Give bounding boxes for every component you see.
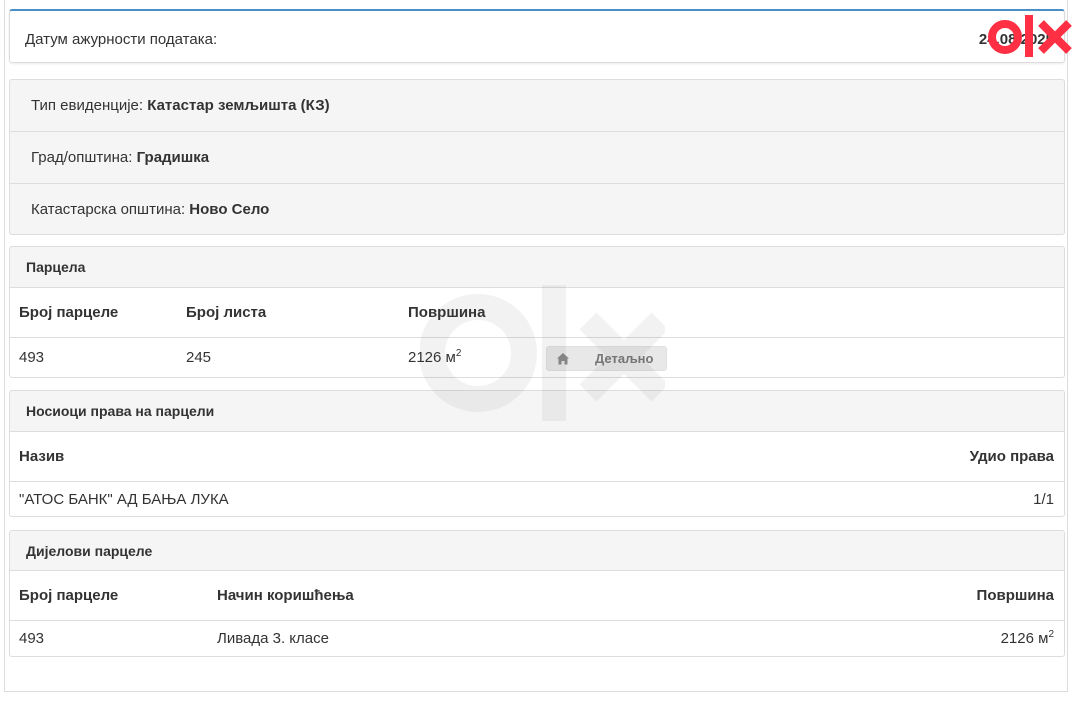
municipality-value: Градишка <box>136 149 210 166</box>
municipality-label: Град/општина: <box>31 149 137 166</box>
parts-col-usage: Начин коришћења <box>217 587 354 604</box>
parts-col-number: Број парцеле <box>19 587 119 604</box>
detail-button[interactable]: Детаљно <box>546 346 667 371</box>
part-area: 2126 м2 <box>1000 621 1054 656</box>
home-icon <box>557 353 569 365</box>
data-date-label: Датум ажурности података: <box>25 31 218 48</box>
holders-col-share: Удио права <box>969 448 1054 465</box>
parts-col-area: Површина <box>976 587 1054 604</box>
part-area-unit-exp: 2 <box>1048 629 1054 640</box>
table-row: "АТОС БАНК" АД БАЊА ЛУКА 1/1 <box>10 482 1064 516</box>
part-area-value: 2126 м <box>1000 630 1049 647</box>
rights-holders-table-header: Назив Удио права <box>10 432 1064 482</box>
parcel-col-area: Површина <box>408 304 486 321</box>
parcel-area-unit-exp: 2 <box>455 348 462 359</box>
part-usage: Ливада 3. класе <box>217 630 329 647</box>
registry-type-value: Катастар земљишта (КЗ) <box>147 97 330 114</box>
rights-holders-heading: Носиоци права на парцели <box>10 391 1064 432</box>
registry-info-panel: Тип евиденције: Катастар земљишта (КЗ) Г… <box>9 79 1065 235</box>
cadastral-municipality-row: Катастарска општина: Ново Село <box>10 184 1064 234</box>
part-parcel-number: 493 <box>19 630 45 647</box>
rights-holders-panel: Носиоци права на парцели Назив Удио прав… <box>9 390 1065 517</box>
table-row: 493 245 2126 м2 Детаљно <box>10 338 1064 377</box>
table-row: 493 Ливада 3. класе 2126 м2 <box>10 621 1064 656</box>
parcel-area: 2126 м2 <box>408 338 462 377</box>
detail-button-label: Детаљно <box>595 351 654 366</box>
parcel-heading: Парцела <box>10 247 1064 288</box>
holders-col-name: Назив <box>19 448 65 465</box>
parcel-parts-panel: Дијелови парцеле Број парцеле Начин кори… <box>9 530 1065 657</box>
data-date-value: 24.08.2025 <box>978 31 1054 48</box>
parcel-number: 493 <box>19 349 45 366</box>
parcel-area-value: 2126 м <box>408 349 456 366</box>
parcel-panel: Парцела Број парцеле Број листа Површина… <box>9 246 1065 378</box>
parcel-col-number: Број парцеле <box>19 304 119 321</box>
data-date-panel: Датум ажурности података: 24.08.2025 <box>9 9 1065 63</box>
holder-name: "АТОС БАНК" АД БАЊА ЛУКА <box>19 491 229 508</box>
parcel-table-header: Број парцеле Број листа Површина <box>10 288 1064 338</box>
cadastral-municipality-label: Катастарска општина: <box>31 201 190 218</box>
parcel-col-sheet: Број листа <box>186 304 267 321</box>
parcel-parts-table-header: Број парцеле Начин коришћења Површина <box>10 571 1064 621</box>
registry-type-label: Тип евиденције: <box>31 97 148 114</box>
parcel-parts-heading: Дијелови парцеле <box>10 531 1064 571</box>
cadastral-municipality-value: Ново Село <box>189 201 270 218</box>
municipality-row: Град/општина: Градишка <box>10 132 1064 184</box>
registry-type-row: Тип евиденције: Катастар земљишта (КЗ) <box>10 80 1064 132</box>
holder-share: 1/1 <box>1033 491 1054 508</box>
parcel-sheet-number: 245 <box>186 349 212 366</box>
